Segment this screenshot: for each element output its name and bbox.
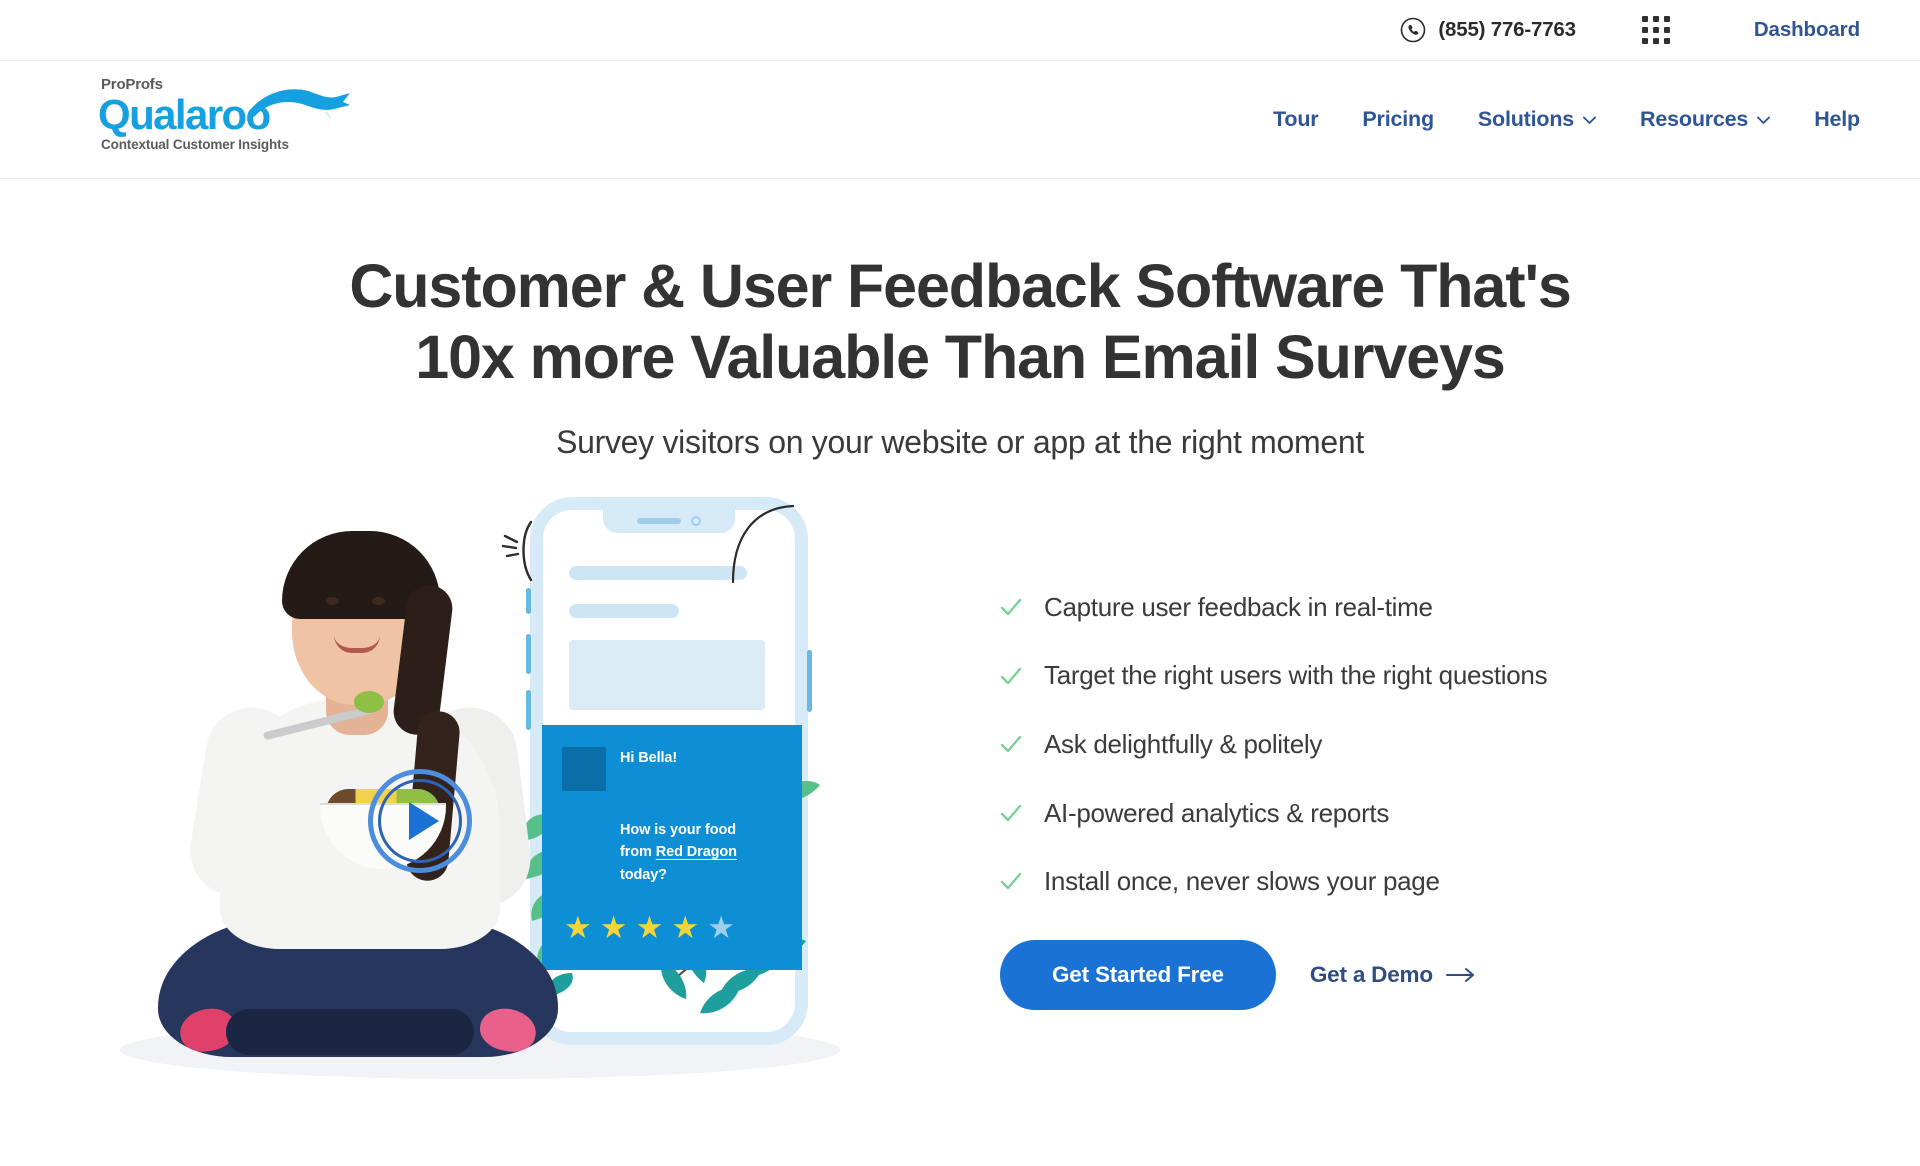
logo-tagline: Contextual Customer Insights	[101, 136, 289, 152]
check-icon	[1000, 598, 1022, 616]
arrow-right-icon	[1445, 967, 1474, 982]
nav-item-label: Pricing	[1362, 107, 1434, 131]
hero-illustration: Hi Bella! How is your food from Red Drag…	[90, 496, 990, 1097]
star-icon[interactable]: ★	[600, 912, 628, 943]
logo-proprofs-text: ProProfs	[101, 75, 163, 93]
phone-contact[interactable]: (855) 776-7763	[1400, 17, 1576, 43]
list-item: Install once, never slows your page	[1000, 867, 1850, 896]
feature-list: Capture user feedback in real-time Targe…	[990, 497, 1850, 1010]
nav-item-tour[interactable]: Tour	[1251, 107, 1340, 132]
check-icon	[1000, 873, 1022, 890]
survey-question-suffix: today?	[620, 866, 667, 883]
utility-topbar: (855) 776-7763 Dashboard	[0, 0, 1920, 61]
check-icon	[1000, 736, 1022, 753]
feature-label: Target the right users with the right qu…	[1044, 660, 1548, 691]
list-item: Capture user feedback in real-time	[1000, 593, 1850, 622]
check-icon	[1000, 804, 1022, 821]
feature-label: Capture user feedback in real-time	[1044, 591, 1433, 622]
phone-notch	[603, 508, 735, 533]
hero-subtitle: Survey visitors on your website or app a…	[556, 423, 1364, 460]
chevron-down-icon	[1757, 116, 1771, 124]
qualaroo-logo[interactable]: ProProfs Qualaroo Contextual Customer In…	[98, 75, 350, 163]
check-icon	[1000, 667, 1022, 684]
phone-power-button	[807, 649, 812, 712]
phone-placeholder-line	[569, 565, 747, 580]
survey-card: Hi Bella! How is your food from Red Drag…	[542, 724, 802, 970]
get-started-free-button[interactable]: Get Started Free	[1000, 939, 1276, 1010]
star-icon[interactable]: ★	[707, 912, 735, 943]
cta-row: Get Started Free Get a Demo	[1000, 939, 1850, 1010]
nav-item-label: Resources	[1640, 107, 1749, 131]
play-button-icon[interactable]	[368, 768, 472, 873]
get-a-demo-label: Get a Demo	[1309, 961, 1433, 987]
survey-question: How is your food from Red Dragon today?	[620, 819, 782, 886]
nav-item-pricing[interactable]: Pricing	[1340, 107, 1455, 132]
phone-placeholder-line	[569, 603, 679, 618]
play-button-inner-ring	[378, 778, 462, 863]
phone-placeholder-block	[569, 639, 765, 710]
survey-greeting: Hi Bella!	[620, 749, 678, 766]
nav-item-resources[interactable]: Resources	[1618, 107, 1792, 132]
survey-question-line-1: How is your food	[620, 821, 737, 838]
nav-item-label: Solutions	[1477, 107, 1575, 131]
main-navbar: ProProfs Qualaroo Contextual Customer In…	[0, 61, 1920, 179]
list-item: Ask delightfully & politely	[1000, 730, 1850, 759]
nav-item-help[interactable]: Help	[1792, 107, 1860, 132]
nav-links: Tour Pricing Solutions Resources Help	[1251, 107, 1860, 132]
page-title: Customer & User Feedback Software That's…	[210, 251, 1710, 394]
nav-item-label: Tour	[1273, 107, 1319, 131]
chevron-down-icon	[1583, 116, 1596, 124]
list-item: Target the right users with the right qu…	[1000, 661, 1850, 690]
salad-bite	[354, 690, 384, 713]
woman-leg-shadow	[226, 1008, 474, 1055]
phone-number: (855) 776-7763	[1438, 18, 1576, 41]
phone-camera-icon	[691, 515, 701, 526]
phone-speaker-icon	[637, 517, 681, 524]
woman-eye	[326, 596, 339, 605]
phone-outline-arc	[731, 504, 795, 583]
hero-body: Hi Bella! How is your food from Red Drag…	[0, 496, 1920, 1097]
hero-title-line-2: 10x more Valuable Than Email Surveys	[415, 323, 1506, 392]
nav-item-label: Help	[1814, 107, 1860, 131]
hero-title-line-1: Customer & User Feedback Software That's	[349, 252, 1571, 320]
get-a-demo-link[interactable]: Get a Demo	[1310, 962, 1476, 988]
feature-label: AI-powered analytics & reports	[1044, 797, 1390, 828]
hero-section: Customer & User Feedback Software That's…	[0, 179, 1920, 1097]
logo-brand-text: Qualaroo	[98, 90, 271, 138]
star-icon[interactable]: ★	[671, 912, 699, 943]
woman-eye	[372, 596, 385, 605]
play-triangle-icon	[408, 801, 439, 840]
star-icon[interactable]: ★	[636, 912, 664, 943]
dashboard-link[interactable]: Dashboard	[1754, 18, 1860, 42]
woman-eating-salad-photo	[150, 527, 570, 1057]
list-item: AI-powered analytics & reports	[1000, 797, 1850, 828]
star-rating[interactable]: ★ ★ ★ ★ ★	[562, 912, 782, 943]
survey-question-prefix: from	[620, 844, 656, 861]
feature-label: Ask delightfully & politely	[1044, 728, 1323, 759]
survey-header: Hi Bella!	[562, 746, 782, 791]
feature-label: Install once, never slows your page	[1044, 866, 1440, 897]
survey-question-highlight: Red Dragon	[655, 844, 737, 861]
apps-grid-icon[interactable]	[1641, 16, 1670, 44]
nav-item-solutions[interactable]: Solutions	[1456, 107, 1618, 132]
phone-circle-icon	[1400, 17, 1426, 43]
